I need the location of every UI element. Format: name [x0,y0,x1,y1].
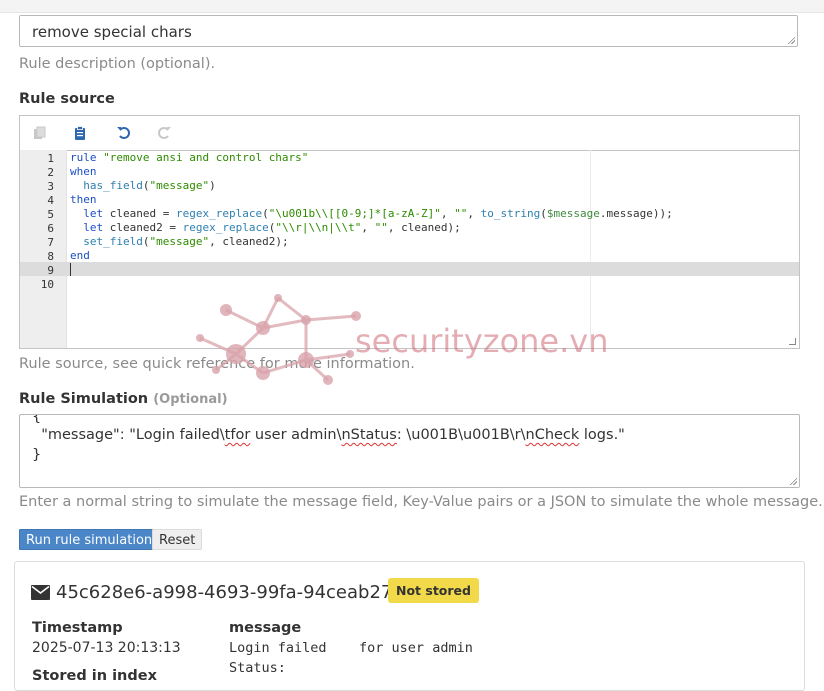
rule-source-label: Rule source [19,91,115,107]
copy-icon[interactable] [30,123,50,143]
code-line: end [70,249,90,262]
timestamp-value: 2025-07-13 20:13:13 [32,640,181,656]
message-field-label: message [229,620,302,636]
code-line: set_field("message", cleaned2); [83,235,289,248]
text-cursor [70,263,71,276]
line-number: 9 [47,264,54,277]
simulation-line: { [32,414,42,425]
rule-simulation-optional: (Optional) [153,392,228,407]
reset-button[interactable]: Reset [152,529,203,550]
simulation-help: Enter a normal string to simulate the me… [19,494,823,510]
undo-icon[interactable] [114,123,134,143]
envelope-icon [31,585,50,600]
rule-description-input[interactable]: remove special chars [19,15,798,47]
line-number: 2 [47,166,54,179]
redo-icon[interactable] [154,123,174,143]
line-number: 5 [47,208,54,221]
resize-grip-icon[interactable] [789,477,797,485]
line-number: 4 [47,194,54,207]
simulation-input[interactable]: { "message": "Login failed\tfor user adm… [19,414,800,488]
rule-description-value: remove special chars [32,23,192,41]
editor-toolbar [20,116,799,151]
code-line: has_field("message") [83,179,216,192]
message-id[interactable]: 45c628e6-a998-4693-99fa-94ceab27245f [56,582,433,603]
run-rule-simulation-button[interactable]: Run rule simulation [19,529,160,550]
simulation-line: "message": "Login failed\tfor user admin… [32,427,625,443]
code-line: when [70,165,97,178]
rule-source-help: Rule source, see quick reference for mor… [19,356,415,372]
description-help: Rule description (optional). [19,56,216,72]
simulation-line: } [32,447,42,463]
line-number: 8 [47,250,54,263]
code-line: let cleaned2 = regex_replace("\\r|\\n|\\… [83,221,461,234]
message-field-line: Status: [229,660,286,676]
line-number: 10 [40,278,54,291]
resize-grip-icon[interactable] [787,36,795,44]
timestamp-label: Timestamp [32,620,123,636]
message-field-line: Login failed for user admin [229,640,473,656]
print-margin [590,150,591,348]
paste-icon[interactable] [70,123,90,143]
simulation-result-panel: 45c628e6-a998-4693-99fa-94ceab27245f Not… [14,561,805,691]
code-area[interactable]: rule "remove ansi and control chars" when… [66,150,799,348]
code-line: then [70,193,97,206]
code-line: rule "remove ansi and control chars" [70,151,309,164]
line-number: 1 [47,152,54,165]
line-number: 6 [47,222,54,235]
line-number: 3 [47,180,54,193]
editor-gutter: 1 2 3 4 5 6 7 8 9 10 [20,150,67,348]
active-line [66,262,799,276]
code-line: let cleaned = regex_replace("\u001b\\[[0… [83,207,673,220]
rule-source-editor[interactable]: 1 2 3 4 5 6 7 8 9 10 rule "remove ansi a… [19,115,800,349]
rule-simulation-label: Rule Simulation (Optional) [19,391,228,407]
rule-simulation-title: Rule Simulation [19,391,149,407]
stored-in-index-label: Stored in index [32,668,157,684]
top-strip [0,0,824,13]
not-stored-badge: Not stored [388,578,479,603]
line-number: 7 [47,236,54,249]
editor-resize-icon[interactable] [789,338,796,345]
message-id-heading: 45c628e6-a998-4693-99fa-94ceab27245f [31,582,433,603]
